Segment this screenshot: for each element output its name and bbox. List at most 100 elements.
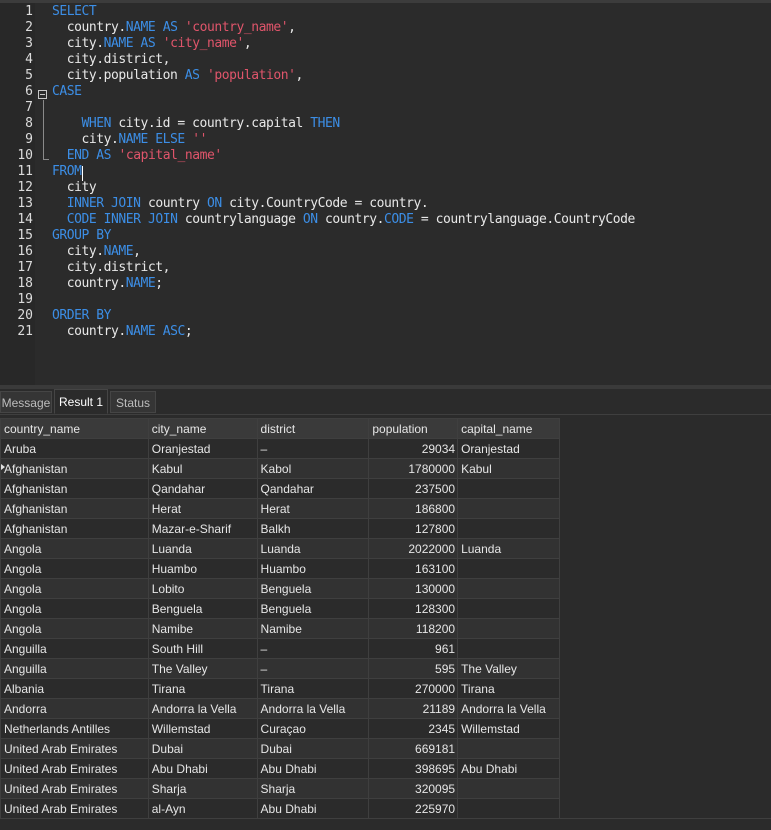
cell-capital-name[interactable]: Willemstad bbox=[457, 718, 560, 739]
cell-capital-name[interactable] bbox=[457, 798, 560, 819]
cell-district[interactable]: Kabol bbox=[256, 458, 370, 479]
code-text[interactable]: WHEN city.id = country.capital THEN bbox=[52, 116, 341, 132]
cell-capital-name[interactable] bbox=[457, 558, 560, 579]
column-header-population[interactable]: population bbox=[368, 418, 459, 439]
cell-population[interactable]: 163100 bbox=[368, 558, 459, 579]
cell-city-name[interactable]: Tirana bbox=[147, 678, 258, 699]
cell-country-name[interactable]: United Arab Emirates bbox=[0, 778, 149, 799]
cell-population[interactable]: 1780000 bbox=[368, 458, 459, 479]
table-row[interactable]: Albania Tirana Tirana 270000 Tirana bbox=[0, 678, 560, 699]
code-text[interactable]: SELECT bbox=[52, 4, 97, 20]
cell-city-name[interactable]: Sharja bbox=[147, 778, 258, 799]
code-text[interactable]: city.population AS 'population', bbox=[52, 68, 304, 84]
cell-country-name[interactable]: United Arab Emirates bbox=[0, 758, 149, 779]
cell-city-name[interactable]: Kabul bbox=[147, 458, 258, 479]
column-header-district[interactable]: district bbox=[256, 418, 370, 439]
code-text[interactable]: country.NAME ASC; bbox=[52, 324, 193, 340]
cell-city-name[interactable]: Huambo bbox=[147, 558, 258, 579]
cell-capital-name[interactable]: Kabul bbox=[457, 458, 560, 479]
fold-collapse-icon[interactable] bbox=[38, 90, 47, 99]
cell-district[interactable]: Qandahar bbox=[256, 478, 370, 499]
cell-country-name[interactable]: Afghanistan bbox=[0, 458, 149, 479]
cell-capital-name[interactable]: Andorra la Vella bbox=[457, 698, 560, 719]
code-text[interactable]: country.NAME AS 'country_name', bbox=[52, 20, 296, 36]
cell-city-name[interactable]: Benguela bbox=[147, 598, 258, 619]
code-text[interactable]: city.NAME, bbox=[52, 244, 141, 260]
cell-district[interactable]: Benguela bbox=[256, 578, 370, 599]
cell-district[interactable]: Herat bbox=[256, 498, 370, 519]
cell-district[interactable]: – bbox=[256, 638, 370, 659]
cell-capital-name[interactable] bbox=[457, 598, 560, 619]
cell-capital-name[interactable] bbox=[457, 618, 560, 639]
cell-country-name[interactable]: Netherlands Antilles bbox=[0, 718, 149, 739]
cell-population[interactable]: 270000 bbox=[368, 678, 459, 699]
cell-district[interactable]: Benguela bbox=[256, 598, 370, 619]
cell-population[interactable]: 130000 bbox=[368, 578, 459, 599]
table-row[interactable]: Netherlands Antilles Willemstad Curaçao 234… bbox=[0, 718, 560, 739]
cell-capital-name[interactable] bbox=[457, 518, 560, 539]
table-row[interactable]: Angola Huambo Huambo 163100 bbox=[0, 558, 560, 579]
table-row[interactable]: Afghanistan Mazar-e-Sharif Balkh 127800 bbox=[0, 518, 560, 539]
cell-capital-name[interactable]: Oranjestad bbox=[457, 438, 560, 459]
cell-population[interactable]: 669181 bbox=[368, 738, 459, 759]
cell-country-name[interactable]: Angola bbox=[0, 618, 149, 639]
cell-country-name[interactable]: Angola bbox=[0, 598, 149, 619]
table-row[interactable]: Aruba Oranjestad –29034 Oranjestad bbox=[0, 438, 560, 459]
table-row[interactable]: Andorra Andorra la Vella Andorra la Vella 2… bbox=[0, 698, 560, 719]
tab-status[interactable]: Status bbox=[110, 391, 156, 413]
cell-country-name[interactable]: Afghanistan bbox=[0, 518, 149, 539]
cell-country-name[interactable]: Afghanistan bbox=[0, 498, 149, 519]
code-text[interactable]: END AS 'capital_name' bbox=[52, 148, 222, 164]
cell-district[interactable]: Andorra la Vella bbox=[256, 698, 370, 719]
cell-country-name[interactable]: Angola bbox=[0, 538, 149, 559]
cell-country-name[interactable]: Anguilla bbox=[0, 658, 149, 679]
cell-population[interactable]: 2022000 bbox=[368, 538, 459, 559]
cell-country-name[interactable]: Andorra bbox=[0, 698, 149, 719]
column-header-city-name[interactable]: city_name bbox=[147, 418, 258, 439]
table-row[interactable]: Anguilla South Hill –961 bbox=[0, 638, 560, 659]
cell-district[interactable]: Namibe bbox=[256, 618, 370, 639]
table-row[interactable]: Afghanistan Qandahar Qandahar 237500 bbox=[0, 478, 560, 499]
cell-country-name[interactable]: Aruba bbox=[0, 438, 149, 459]
cell-city-name[interactable]: The Valley bbox=[147, 658, 258, 679]
cell-population[interactable]: 2345 bbox=[368, 718, 459, 739]
code-text[interactable]: CASE bbox=[52, 84, 82, 100]
cell-capital-name[interactable] bbox=[457, 778, 560, 799]
cell-country-name[interactable]: United Arab Emirates bbox=[0, 738, 149, 759]
cell-population[interactable]: 128300 bbox=[368, 598, 459, 619]
table-row[interactable]: United Arab Emirates Sharja Sharja 320095 bbox=[0, 778, 560, 799]
table-row[interactable]: Angola Luanda Luanda 2022000 Luanda bbox=[0, 538, 560, 559]
cell-city-name[interactable]: Qandahar bbox=[147, 478, 258, 499]
cell-city-name[interactable]: Willemstad bbox=[147, 718, 258, 739]
cell-capital-name[interactable] bbox=[457, 498, 560, 519]
cell-capital-name[interactable] bbox=[457, 738, 560, 759]
cell-city-name[interactable]: South Hill bbox=[147, 638, 258, 659]
cell-population[interactable]: 118200 bbox=[368, 618, 459, 639]
table-row[interactable]: Afghanistan Herat Herat 186800 bbox=[0, 498, 560, 519]
cell-district[interactable]: – bbox=[256, 658, 370, 679]
sql-editor[interactable]: 1 SELECT 2 country.NAME AS 'country_name',… bbox=[0, 3, 771, 385]
cell-population[interactable]: 398695 bbox=[368, 758, 459, 779]
table-row[interactable]: Angola Benguela Benguela 128300 bbox=[0, 598, 560, 619]
code-text[interactable]: city.NAME ELSE '' bbox=[52, 132, 208, 148]
cell-capital-name[interactable] bbox=[457, 478, 560, 499]
cell-capital-name[interactable]: The Valley bbox=[457, 658, 560, 679]
table-row[interactable]: United Arab Emirates Dubai Dubai 669181 bbox=[0, 738, 560, 759]
cell-city-name[interactable]: Abu Dhabi bbox=[147, 758, 258, 779]
code-text[interactable]: GROUP BY bbox=[52, 228, 111, 244]
code-text[interactable]: city bbox=[52, 180, 97, 196]
cell-city-name[interactable]: Luanda bbox=[147, 538, 258, 559]
cell-district[interactable]: Tirana bbox=[256, 678, 370, 699]
cell-population[interactable]: 21189 bbox=[368, 698, 459, 719]
code-text[interactable]: FROM bbox=[52, 164, 82, 180]
cell-city-name[interactable]: al-Ayn bbox=[147, 798, 258, 819]
cell-district[interactable]: Abu Dhabi bbox=[256, 758, 370, 779]
cell-population[interactable]: 186800 bbox=[368, 498, 459, 519]
cell-country-name[interactable]: Angola bbox=[0, 558, 149, 579]
cell-capital-name[interactable] bbox=[457, 578, 560, 599]
cell-population[interactable]: 127800 bbox=[368, 518, 459, 539]
cell-city-name[interactable]: Mazar-e-Sharif bbox=[147, 518, 258, 539]
cell-population[interactable]: 320095 bbox=[368, 778, 459, 799]
code-text[interactable]: city.NAME AS 'city_name', bbox=[52, 36, 252, 52]
cell-city-name[interactable]: Dubai bbox=[147, 738, 258, 759]
